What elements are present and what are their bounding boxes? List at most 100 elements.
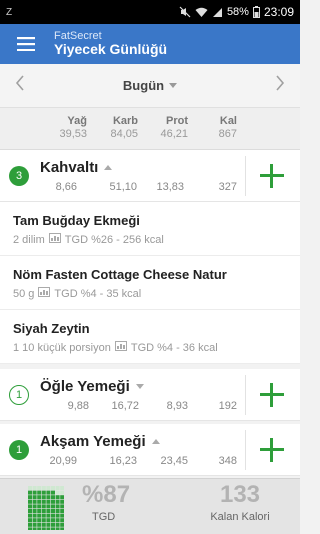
meal-calories: 192: [218, 400, 237, 412]
rdi-grid-cell: [28, 499, 32, 504]
rdi-grid-cell: [41, 495, 46, 500]
food-item[interactable]: Nöm Fasten Cottage Cheese Natur 50 g TGD…: [0, 256, 300, 310]
food-item[interactable]: Siyah Zeytin 1 10 küçük porsiyon TGD %4 …: [0, 310, 300, 364]
rdi-grid-cell: [60, 486, 64, 490]
rdi-grid-cell: [37, 518, 42, 523]
divider: [245, 430, 246, 470]
dropdown-caret-icon: [169, 83, 178, 88]
rdi-grid-cell: [32, 518, 37, 523]
rdi-grid-cell: [55, 504, 60, 509]
rdi-progress-grid: [28, 486, 64, 530]
rdi-grid-cell: [51, 518, 55, 523]
rdi-grid-cell: [60, 527, 64, 530]
rdi-grid-cell: [51, 495, 55, 500]
meal-carb: 16,72: [111, 400, 139, 412]
clock: 23:09: [263, 5, 294, 19]
chevron-left-icon: [15, 74, 25, 97]
daily-totals: Yağ 39,53 Karb 84,05 Prot 46,21 Kal 867: [0, 108, 300, 150]
rdi-grid-cell: [37, 504, 42, 509]
meal-protein: 8,93: [166, 400, 188, 412]
rdi-grid-cell: [55, 490, 60, 495]
food-item[interactable]: Tam Buğday Ekmeği 2 dilim TGD %26 - 256 …: [0, 202, 300, 256]
rdi-grid-cell: [41, 499, 46, 504]
rdi-chart-icon: [48, 233, 61, 246]
rdi-grid-cell: [32, 513, 37, 518]
rdi-grid-cell: [41, 509, 46, 513]
calorie-total: 867: [218, 128, 237, 140]
rdi-grid-cell: [55, 495, 60, 500]
meal-fat: 20,99: [49, 455, 77, 467]
rdi-grid-cell: [46, 486, 51, 490]
food-name: Siyah Zeytin: [13, 321, 90, 336]
meal-lunch[interactable]: 1 Öğle Yemeği 9,88 16,72 8,93 192: [0, 369, 300, 421]
meal-fat: 8,66: [55, 181, 77, 193]
add-food-button[interactable]: [258, 436, 286, 464]
date-selector[interactable]: Bugün: [123, 78, 178, 93]
rdi-grid-cell: [37, 522, 42, 527]
food-rdi: TGD %4 - 36 kcal: [130, 341, 218, 354]
rdi-grid-cell: [32, 486, 37, 490]
rdi-grid-cell: [41, 513, 46, 518]
wifi-icon: [195, 7, 208, 18]
next-day-button[interactable]: [260, 64, 300, 108]
rdi-grid-cell: [51, 504, 55, 509]
rdi-grid-cell: [55, 522, 60, 527]
meal-calories: 348: [218, 455, 237, 467]
previous-day-button[interactable]: [0, 64, 40, 108]
rdi-grid-cell: [28, 486, 32, 490]
rdi-grid-cell: [60, 518, 64, 523]
meal-name: Öğle Yemeği: [40, 378, 130, 395]
food-portion: 1 10 küçük porsiyon: [13, 341, 111, 354]
rdi-grid-cell: [46, 499, 51, 504]
meal-protein: 23,45: [160, 455, 188, 467]
rdi-grid-cell: [32, 504, 37, 509]
food-rdi: TGD %4 - 35 kcal: [54, 287, 142, 300]
battery-percent: 58%: [226, 6, 249, 18]
add-food-button[interactable]: [258, 162, 286, 190]
meal-calories: 327: [218, 181, 237, 193]
hamburger-menu-icon[interactable]: [8, 24, 44, 64]
food-name: Tam Buğday Ekmeği: [13, 213, 140, 228]
rdi-grid-cell: [60, 499, 64, 504]
meal-item-count-badge: 1: [9, 440, 29, 460]
date-navigation: Bugün: [0, 64, 300, 108]
rdi-grid-cell: [51, 490, 55, 495]
rdi-grid-cell: [51, 513, 55, 518]
signal-icon: [212, 7, 223, 18]
rdi-grid-cell: [60, 504, 64, 509]
expand-caret-icon[interactable]: [151, 439, 160, 444]
meal-item-count-badge: 3: [9, 166, 29, 186]
food-rdi: TGD %26 - 256 kcal: [64, 233, 164, 246]
rdi-grid-cell: [37, 499, 42, 504]
rdi-grid-cell: [41, 490, 46, 495]
expand-caret-icon[interactable]: [104, 165, 113, 170]
rdi-grid-cell: [55, 486, 60, 490]
rdi-grid-cell: [46, 522, 51, 527]
rdi-grid-cell: [46, 509, 51, 513]
meal-name: Kahvaltı: [40, 159, 99, 176]
add-food-button[interactable]: [258, 381, 286, 409]
expand-caret-icon[interactable]: [135, 384, 144, 389]
rdi-grid-cell: [55, 509, 60, 513]
rdi-grid-cell: [60, 522, 64, 527]
rdi-grid-cell: [46, 495, 51, 500]
rdi-grid-cell: [37, 527, 42, 530]
rdi-grid-cell: [51, 509, 55, 513]
rdi-grid-cell: [55, 499, 60, 504]
rdi-grid-cell: [46, 527, 51, 530]
rdi-grid-cell: [37, 490, 42, 495]
rdi-grid-cell: [37, 513, 42, 518]
protein-header: Prot: [166, 115, 188, 127]
rdi-grid-cell: [28, 495, 32, 500]
rdi-grid-cell: [51, 499, 55, 504]
rdi-grid-cell: [32, 499, 37, 504]
rdi-grid-cell: [28, 513, 32, 518]
rdi-grid-cell: [41, 486, 46, 490]
mute-icon: [179, 6, 191, 18]
meal-breakfast[interactable]: 3 Kahvaltı 8,66 51,10 13,83 327: [0, 150, 300, 202]
meal-fat: 9,88: [67, 400, 89, 412]
meal-dinner[interactable]: 1 Akşam Yemeği 20,99 16,23 23,45 348: [0, 424, 300, 476]
food-name: Nöm Fasten Cottage Cheese Natur: [13, 267, 227, 282]
rdi-grid-cell: [28, 527, 32, 530]
rdi-percent: %87: [82, 481, 131, 508]
